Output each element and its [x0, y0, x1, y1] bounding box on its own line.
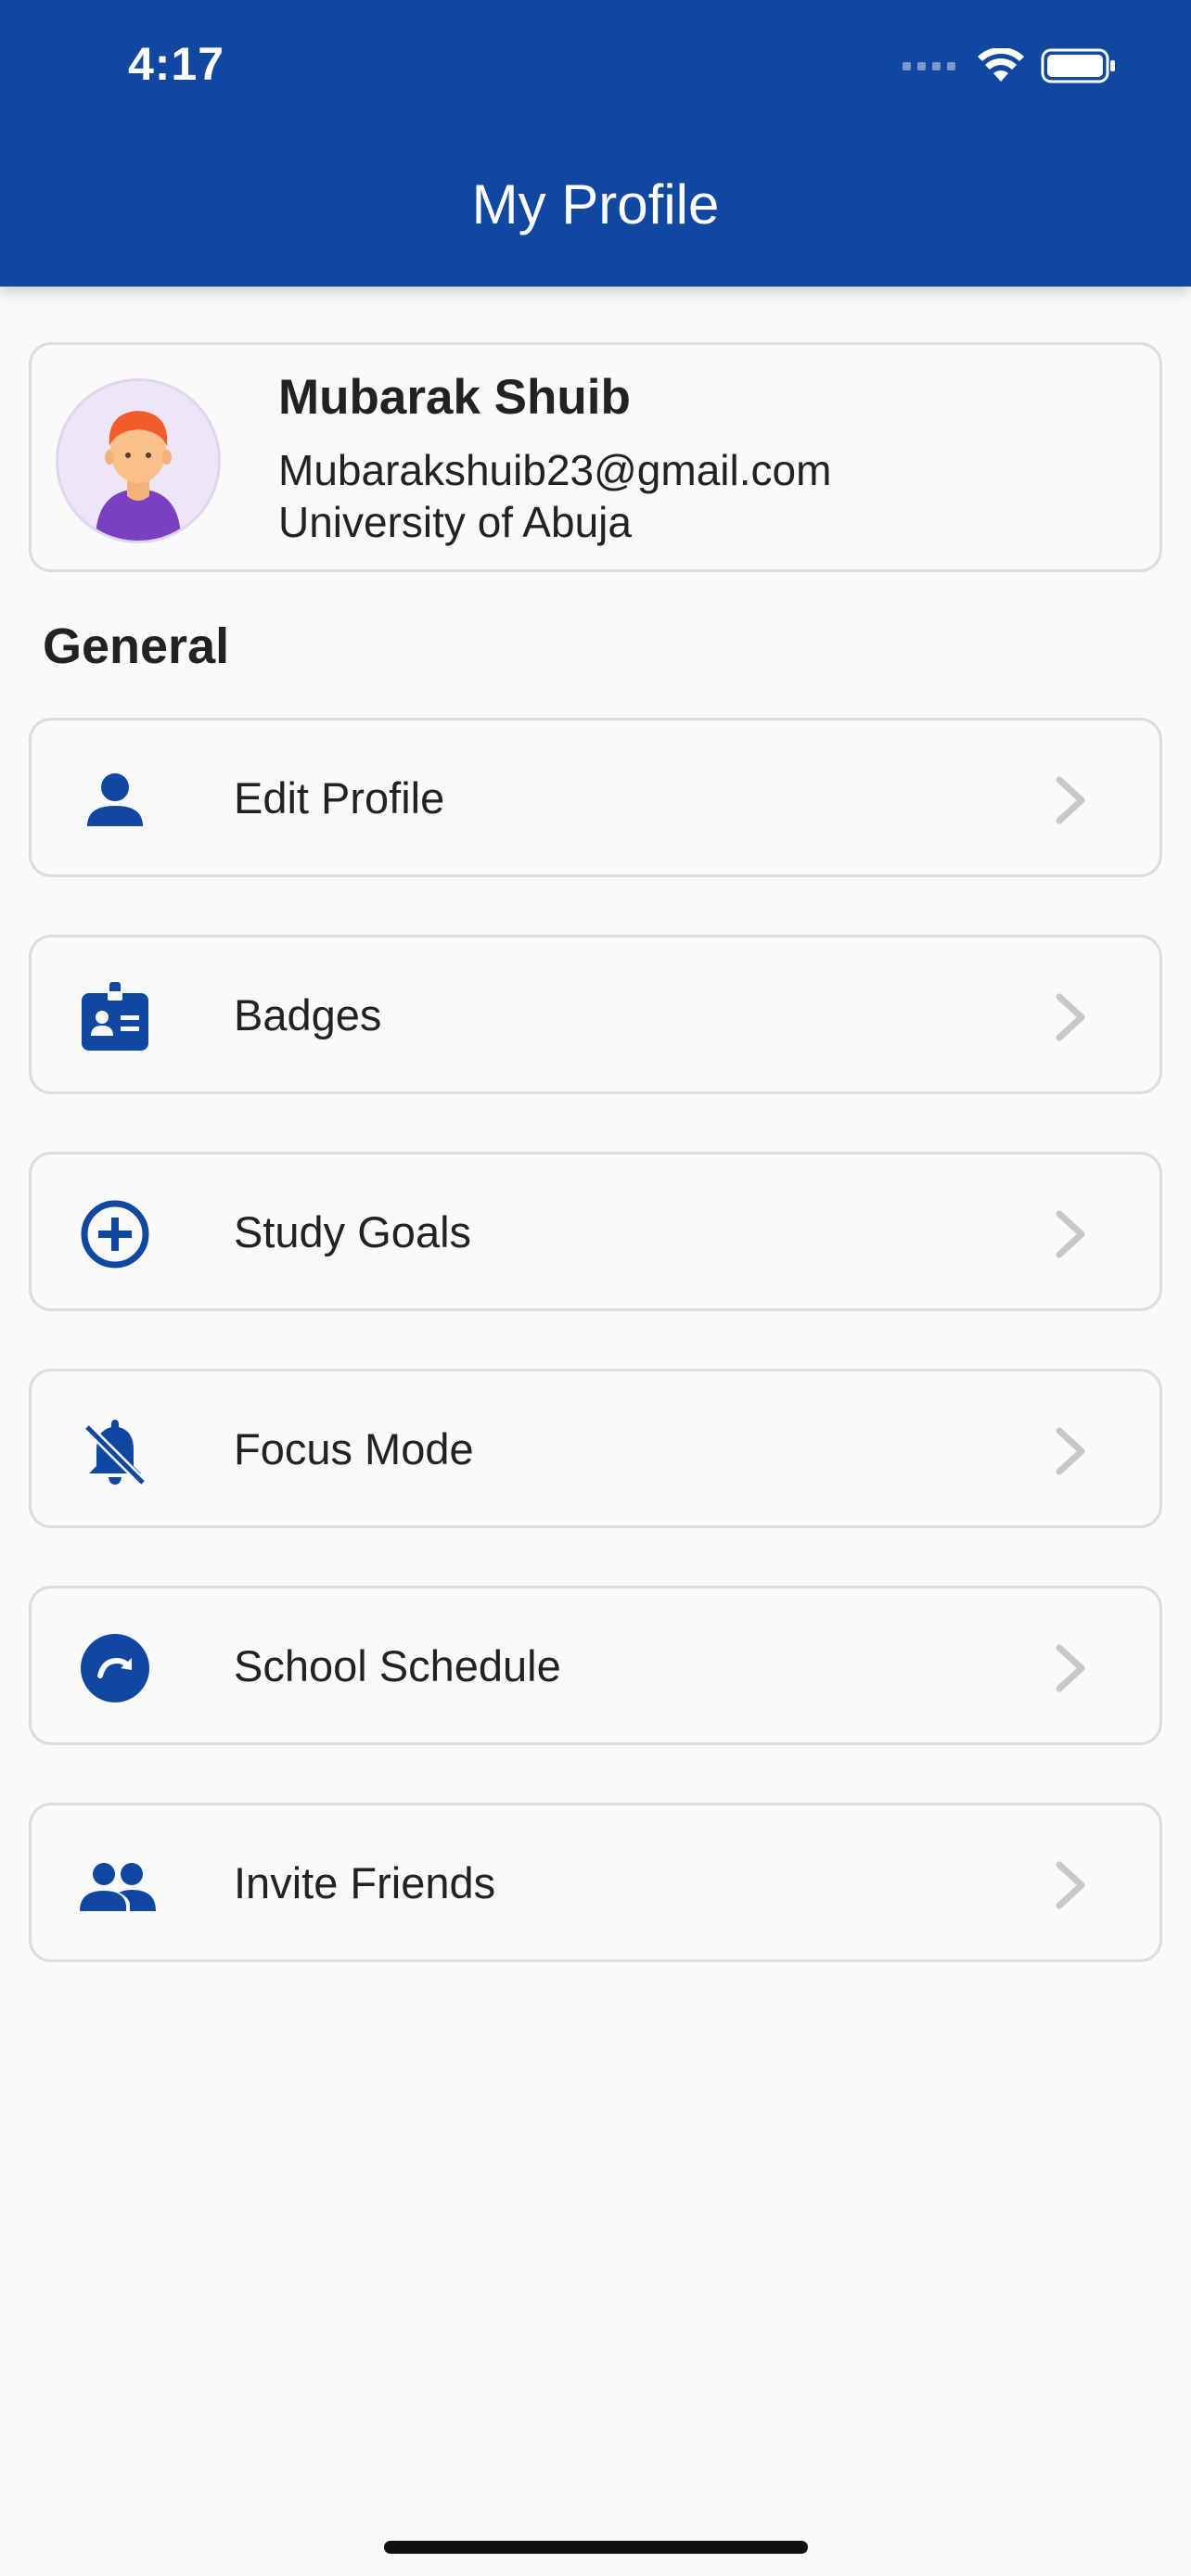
home-indicator[interactable]: [384, 2541, 808, 2554]
menu-item-label: Study Goals: [234, 1207, 472, 1256]
page-title: My Profile: [471, 173, 720, 236]
chevron-right-icon: [1056, 993, 1085, 1041]
status-time: 4:17: [128, 38, 225, 90]
avatar-illustration-icon: [96, 411, 181, 541]
person-icon: [87, 773, 143, 826]
menu-item-focus-mode[interactable]: Focus Mode: [29, 1369, 1162, 1528]
menu-item-school-schedule[interactable]: School Schedule: [29, 1586, 1162, 1745]
profile-name: Mubarak Shuib: [278, 370, 631, 425]
chevron-right-icon: [1056, 776, 1085, 824]
menu-item-label: School Schedule: [234, 1641, 561, 1690]
add-circle-icon: [81, 1200, 149, 1269]
section-title-general: General: [43, 618, 230, 674]
wifi-icon: [978, 48, 1024, 82]
chevron-right-icon: [1056, 1210, 1085, 1258]
menu-item-invite-friends[interactable]: Invite Friends: [29, 1803, 1162, 1962]
menu-item-badges[interactable]: Badges: [29, 935, 1162, 1094]
status-icons: [903, 48, 1117, 83]
people-icon: [80, 1863, 156, 1911]
profile-school: University of Abuja: [278, 498, 632, 546]
cellular-signal-icon: [903, 61, 955, 70]
battery-icon: [1041, 48, 1115, 83]
chevron-right-icon: [1056, 1427, 1085, 1475]
chevron-right-icon: [1056, 1644, 1085, 1692]
menu-item-label: Invite Friends: [234, 1858, 496, 1907]
menu-item-label: Badges: [234, 990, 382, 1039]
menu-item-edit-profile[interactable]: Edit Profile: [29, 718, 1162, 877]
schedule-redo-icon: [81, 1634, 149, 1702]
chevron-right-icon: [1056, 1861, 1085, 1909]
profile-card[interactable]: Mubarak Shuib Mubarakshuib23@gmail.com U…: [29, 342, 1162, 572]
profile-email: Mubarakshuib23@gmail.com: [278, 446, 832, 494]
menu-item-study-goals[interactable]: Study Goals: [29, 1152, 1162, 1311]
notifications-off-icon: [83, 1420, 147, 1486]
avatar: [56, 378, 221, 543]
menu-item-label: Focus Mode: [234, 1424, 474, 1473]
app-header: 4:17 My Profile: [0, 0, 1191, 287]
badge-icon: [82, 982, 148, 1051]
menu-item-label: Edit Profile: [234, 773, 445, 823]
